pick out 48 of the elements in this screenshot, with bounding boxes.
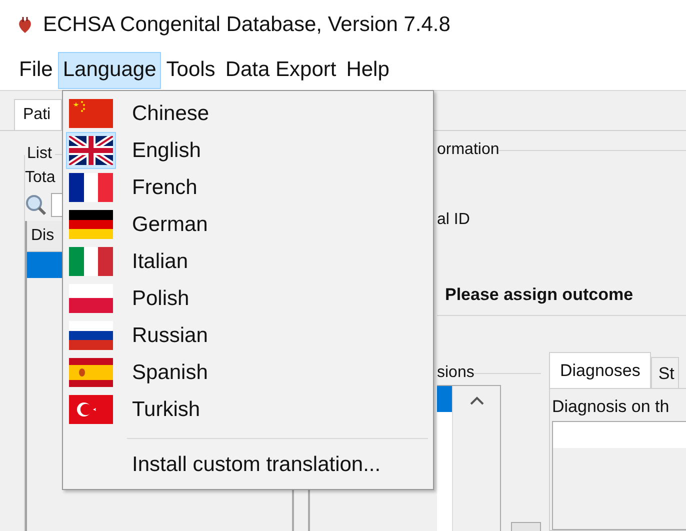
menu-item[interactable]: Data Export (220, 52, 342, 88)
russia-flag-icon (69, 321, 113, 350)
spain-flag-icon (69, 358, 113, 387)
tab[interactable]: Diagnoses (549, 352, 652, 388)
language-label: Turkish (132, 398, 200, 422)
small-button[interactable] (511, 522, 541, 531)
menu-entry[interactable]: English (63, 132, 433, 169)
menu-item[interactable]: Language (58, 52, 162, 88)
menu-entry[interactable]: French (63, 169, 433, 206)
china-flag-icon (69, 99, 113, 128)
scroll-up-icon[interactable] (470, 396, 484, 405)
heart-logo-icon (17, 16, 33, 34)
menu-item[interactable]: File (14, 52, 58, 88)
field-label: al ID (437, 211, 470, 229)
menu-entry[interactable]: German (63, 206, 433, 243)
language-label: French (132, 176, 198, 200)
language-label: Italian (132, 250, 188, 274)
tab[interactable]: Pati (14, 99, 62, 130)
menu-entry[interactable]: Turkish (63, 391, 433, 428)
group-title: sions (437, 364, 474, 382)
window-title: ECHSA Congenital Database, Version 7.4.8 (43, 13, 450, 37)
menu-item[interactable]: Tools (161, 52, 220, 88)
outcome-notice: Please assign outcome (445, 285, 634, 305)
language-label: Russian (132, 324, 208, 348)
france-flag-icon (69, 173, 113, 202)
diagnosis-label: Diagnosis on th (552, 397, 670, 417)
language-label: German (132, 212, 208, 236)
total-label: Tota (25, 169, 56, 187)
menu-entry[interactable]: Russian (63, 317, 433, 354)
poland-flag-icon (69, 284, 113, 313)
turkey-flag-icon (69, 395, 113, 424)
germany-flag-icon (69, 210, 113, 239)
menu-entry[interactable]: Spanish (63, 354, 433, 391)
search-icon (25, 194, 47, 216)
language-label: Polish (132, 286, 190, 310)
group-title: ormation (437, 141, 500, 159)
italy-flag-icon (69, 247, 113, 276)
menu-entry[interactable]: Chinese (63, 95, 433, 132)
tab[interactable]: St (651, 357, 680, 388)
language-label: Chinese (132, 102, 210, 126)
menu-entry[interactable]: Italian (63, 243, 433, 280)
language-label: Spanish (132, 360, 208, 384)
menu-item[interactable]: Help (341, 52, 394, 88)
menu-entry[interactable]: Polish (63, 280, 433, 317)
diagnosis-field[interactable] (552, 421, 686, 530)
uk-flag-icon (69, 136, 113, 165)
language-label: English (132, 138, 201, 162)
menu-entry[interactable]: Install custom translation... (132, 447, 433, 483)
